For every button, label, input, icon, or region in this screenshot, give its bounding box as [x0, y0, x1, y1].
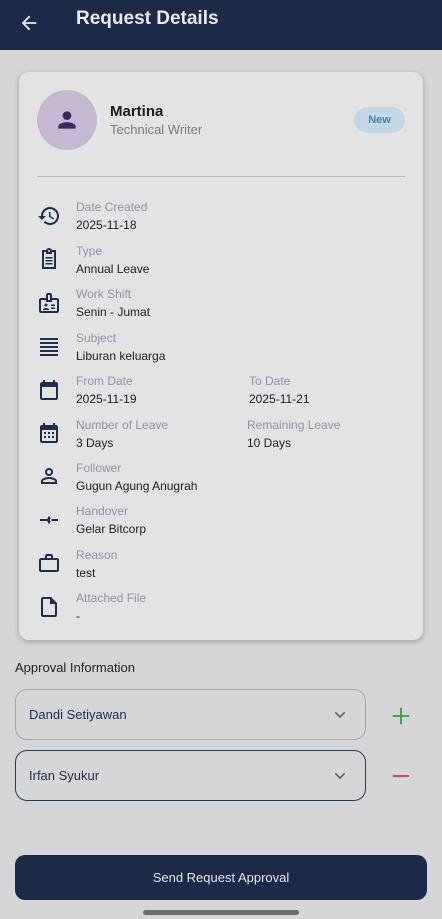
work-shift-label: Work Shift [76, 287, 132, 301]
calendar-grid-icon [37, 421, 61, 445]
number-of-leave-value: 3 Days [76, 436, 114, 450]
subject-label: Subject [76, 331, 117, 345]
reason-label: Reason [76, 548, 118, 562]
history-icon [37, 204, 61, 228]
page-title: Request Details [76, 8, 219, 29]
home-indicator [143, 910, 299, 915]
person-icon [58, 111, 76, 129]
remove-approver-button[interactable] [388, 763, 414, 789]
type-value: Annual Leave [76, 262, 150, 276]
date-created-label: Date Created [76, 200, 148, 214]
to-date-label: To Date [249, 374, 291, 388]
minus-icon [392, 775, 410, 777]
person-outline-icon [37, 464, 61, 488]
employee-role: Technical Writer [110, 122, 203, 137]
divider [37, 176, 405, 177]
follower-value: Gugun Agung Anugrah [76, 479, 198, 493]
chevron-down-icon [334, 772, 346, 780]
file-icon [37, 595, 61, 619]
from-date-label: From Date [76, 374, 133, 388]
employee-name: Martina [110, 103, 164, 120]
approver-dropdown[interactable]: Dandi Setiyawan [15, 689, 366, 740]
to-date-value: 2025-11-21 [249, 392, 310, 406]
calendar-icon [37, 378, 61, 402]
status-badge: New [354, 107, 405, 133]
approval-section-title: Approval Information [15, 660, 135, 675]
reason-value: test [76, 566, 96, 580]
handover-value: Gelar Bitcorp [76, 522, 147, 536]
request-detail-card: Martina Technical Writer New Date Create… [19, 72, 423, 640]
back-arrow-icon[interactable] [16, 10, 42, 36]
swap-arrows-icon [37, 508, 61, 532]
type-label: Type [76, 244, 103, 258]
plus-icon [392, 707, 410, 725]
work-shift-value: Senin - Jumat [76, 305, 151, 319]
remaining-leave-label: Remaining Leave [247, 418, 341, 432]
add-approver-button[interactable] [388, 703, 414, 729]
clipboard-icon [37, 247, 61, 271]
attached-file-label: Attached File [76, 591, 147, 605]
approver-name: Irfan Syukur [29, 768, 100, 783]
send-request-approval-button[interactable]: Send Request Approval [15, 855, 427, 900]
chevron-down-icon [334, 711, 346, 719]
subject-value: Liburan keluarga [76, 349, 166, 363]
app-bar: Request Details [0, 0, 442, 50]
follower-label: Follower [76, 461, 122, 475]
subject-lines-icon [37, 334, 61, 358]
avatar [37, 90, 97, 150]
number-of-leave-label: Number of Leave [76, 418, 169, 432]
briefcase-icon [37, 551, 61, 575]
badge-id-icon [37, 291, 61, 315]
from-date-value: 2025-11-19 [76, 392, 137, 406]
date-created-value: 2025-11-18 [76, 218, 137, 232]
approver-name: Dandi Setiyawan [29, 707, 127, 722]
attached-file-value[interactable]: - [76, 609, 80, 623]
approver-dropdown[interactable]: Irfan Syukur [15, 750, 366, 801]
remaining-leave-value: 10 Days [247, 436, 292, 450]
handover-label: Handover [76, 504, 129, 518]
